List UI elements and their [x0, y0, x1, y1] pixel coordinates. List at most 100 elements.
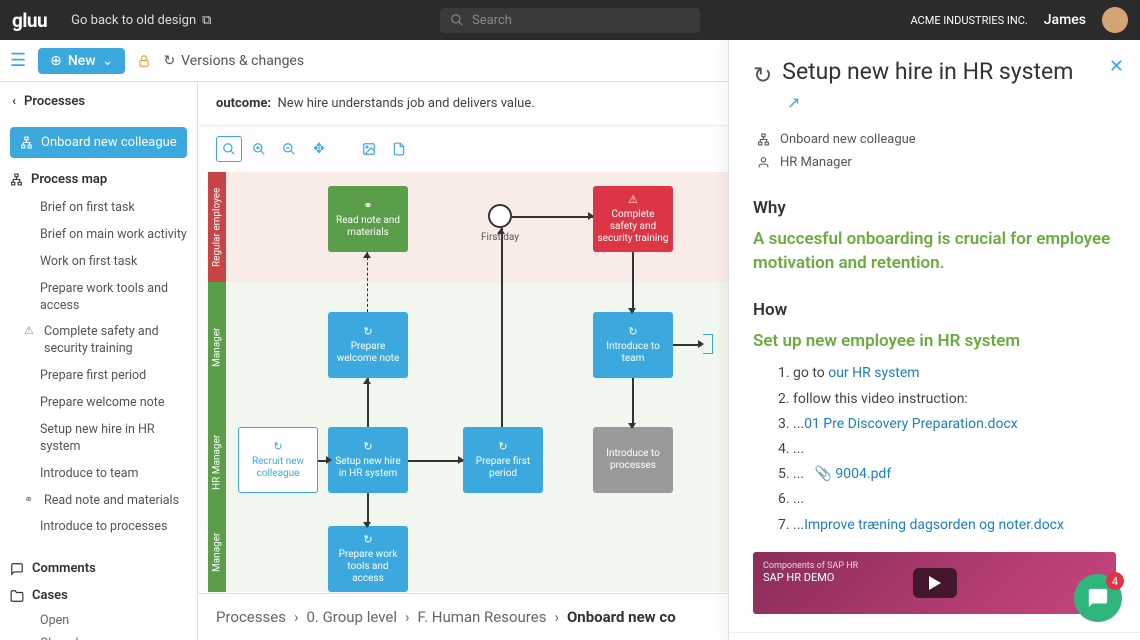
refresh-icon: ↻	[273, 440, 282, 453]
how-text: Set up new employee in HR system	[753, 330, 1116, 354]
company-name: ACME INDUSTRIES INC.	[910, 14, 1027, 27]
map-icon	[10, 173, 23, 186]
zoom-in-icon[interactable]	[246, 136, 272, 162]
current-process-pill[interactable]: Onboard new colleague	[10, 127, 187, 158]
doc-link[interactable]: Improve træning dagsorden og noter.docx	[804, 517, 1064, 533]
process-map-section[interactable]: Process map	[10, 172, 187, 187]
topbar: gluu Go back to old design ⧉ Search ACME…	[0, 0, 1140, 40]
menu-icon[interactable]: ☰	[10, 50, 26, 71]
end-marker	[703, 334, 713, 354]
back-processes[interactable]: ‹ Processes	[10, 94, 187, 109]
play-icon[interactable]	[913, 568, 957, 598]
plus-icon: ⊕	[50, 53, 62, 69]
cases-closed[interactable]: Closed	[10, 632, 187, 640]
sidebar-item[interactable]: Brief on main work activity	[10, 222, 187, 249]
close-icon[interactable]: ✕	[1109, 56, 1124, 77]
node-prepare-tools[interactable]: ↻Prepare work tools and access	[328, 526, 408, 592]
node-recruit[interactable]: ↻Recruit new colleague	[238, 427, 318, 493]
old-design-link[interactable]: Go back to old design ⧉	[71, 13, 211, 28]
hr-system-link[interactable]: our HR system	[828, 365, 919, 381]
chat-button[interactable]: 4	[1074, 574, 1122, 622]
panel-role[interactable]: HR Manager	[757, 151, 1116, 174]
chevron-down-icon: ⌄	[102, 53, 114, 69]
search-input[interactable]: Search	[440, 8, 700, 33]
crumb[interactable]: Processes	[216, 608, 286, 626]
search-icon	[450, 13, 464, 27]
user-name[interactable]: James	[1044, 12, 1086, 28]
comments-section[interactable]: Comments	[10, 555, 187, 582]
folder-icon	[10, 589, 24, 603]
avatar[interactable]	[1102, 7, 1128, 33]
lock-icon[interactable]	[137, 54, 151, 68]
pan-icon[interactable]: ✥	[306, 136, 332, 162]
people-icon: ⚭	[363, 199, 372, 212]
history-icon: ↻	[163, 53, 175, 69]
external-icon: ⧉	[202, 13, 211, 28]
panel-parent[interactable]: Onboard new colleague	[757, 128, 1116, 151]
pdf-link[interactable]: 📎 9004.pdf	[815, 466, 892, 482]
warning-icon: ⚠	[24, 324, 38, 358]
sidebar-item[interactable]: Prepare first period	[10, 363, 187, 390]
cases-open[interactable]: Open	[10, 609, 187, 632]
hierarchy-icon	[20, 136, 33, 149]
steps-list: go to our HR system follow this video in…	[753, 361, 1116, 537]
zoom-reset-icon[interactable]	[216, 136, 242, 162]
node-introduce-processes[interactable]: Introduce to processes	[593, 427, 673, 493]
sidebar-item[interactable]: Introduce to team	[10, 461, 187, 488]
panel-title: ↻ Setup new hire in HR system	[753, 58, 1116, 89]
versions-button[interactable]: ↻ Versions & changes	[163, 53, 304, 69]
go-to-activity[interactable]: → Go to activity	[729, 632, 1140, 640]
chat-badge: 4	[1106, 572, 1124, 590]
role-icon	[757, 156, 770, 169]
comment-icon	[10, 562, 24, 576]
node-introduce-team[interactable]: ↻Introduce to team	[593, 312, 673, 378]
why-text: A succesful onboarding is crucial for em…	[753, 228, 1116, 276]
export-icon[interactable]	[386, 136, 412, 162]
warning-icon: ⚠	[628, 193, 638, 206]
logo[interactable]: gluu	[12, 9, 47, 32]
sidebar: ‹ Processes Onboard new colleague Proces…	[0, 82, 198, 640]
cases-section[interactable]: Cases	[10, 582, 187, 609]
sidebar-item[interactable]: Prepare welcome note	[10, 390, 187, 417]
detail-panel: ✕ ↻ Setup new hire in HR system ↗ Onboar…	[728, 40, 1140, 640]
refresh-icon: ↻	[498, 440, 507, 453]
crumb[interactable]: F. Human Resoures	[418, 608, 547, 626]
refresh-icon: ↻	[753, 62, 772, 89]
sidebar-item[interactable]: Brief on first task	[10, 195, 187, 222]
image-icon[interactable]	[356, 136, 382, 162]
sidebar-item[interactable]: Prepare work tools and access	[10, 276, 187, 320]
refresh-icon: ↻	[363, 325, 372, 338]
hierarchy-icon	[757, 133, 770, 146]
sidebar-item[interactable]: ⚭Read note and materials	[10, 488, 187, 515]
sidebar-item[interactable]: Work on first task	[10, 249, 187, 276]
doc-link[interactable]: 01 Pre Discovery Preparation.docx	[804, 416, 1018, 432]
node-safety-training[interactable]: ⚠Complete safety and security training	[593, 186, 673, 252]
refresh-icon: ↻	[363, 533, 372, 546]
node-prepare-first[interactable]: ↻Prepare first period	[463, 427, 543, 493]
step: go to our HR system	[793, 361, 1116, 386]
sidebar-item[interactable]: Introduce to processes	[10, 514, 187, 541]
video-embed[interactable]: Components of SAP HRSAP HR DEMO	[753, 552, 1116, 614]
sidebar-item[interactable]: Setup new hire in HR system	[10, 417, 187, 461]
node-read-note[interactable]: ⚭Read note and materials	[328, 186, 408, 252]
lane-hr-manager: HR Manager	[208, 412, 226, 512]
people-icon: ⚭	[24, 493, 38, 510]
node-welcome-note[interactable]: ↻Prepare welcome note	[328, 312, 408, 378]
zoom-out-icon[interactable]	[276, 136, 302, 162]
new-button[interactable]: ⊕ New ⌄	[38, 48, 125, 74]
step: ...01 Pre Discovery Preparation.docx	[793, 412, 1116, 437]
step: ...	[793, 437, 1116, 462]
crumb[interactable]: 0. Group level	[306, 608, 397, 626]
external-link-icon[interactable]: ↗	[787, 93, 800, 112]
node-setup-hr[interactable]: ↻Setup new hire in HR system	[328, 427, 408, 493]
node-first-day[interactable]	[488, 204, 512, 228]
step: ... 📎 9004.pdf	[793, 462, 1116, 487]
chat-icon	[1087, 587, 1109, 609]
chevron-left-icon: ‹	[12, 94, 16, 109]
step: ...	[793, 487, 1116, 512]
crumb-current: Onboard new co	[567, 608, 676, 626]
step: ...Improve træning dagsorden og noter.do…	[793, 513, 1116, 538]
lane-manager-2: Manager	[208, 512, 226, 592]
refresh-icon: ↻	[363, 440, 372, 453]
sidebar-item[interactable]: ⚠Complete safety and security training	[10, 319, 187, 363]
